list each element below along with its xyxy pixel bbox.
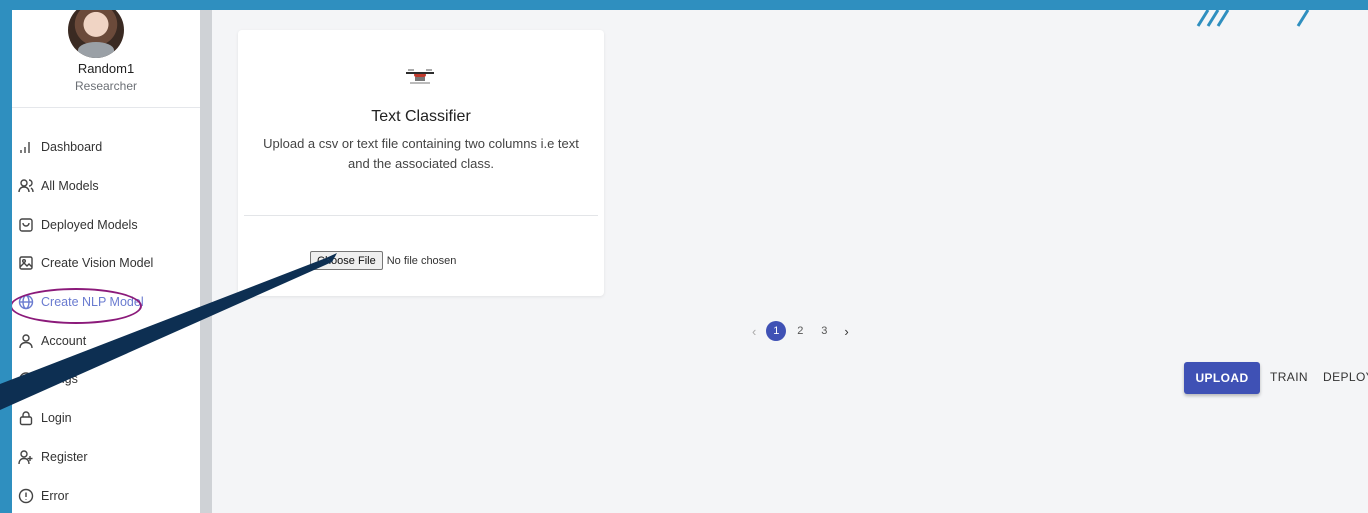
card-description: Upload a csv or text file containing two… (263, 136, 579, 171)
sidebar-item-label: All Models (41, 179, 99, 194)
choose-file-button[interactable]: Choose File (310, 251, 383, 270)
alert-circle-icon (18, 488, 34, 504)
user-icon (18, 333, 34, 349)
user-plus-icon (18, 449, 34, 465)
sidebar-item-create-nlp-model[interactable]: Create NLP Model (12, 283, 200, 322)
profile-section: Random1 Researcher (12, 10, 200, 108)
decorative-stripes (1168, 10, 1368, 32)
sidebar-item-label: ettings (41, 372, 78, 387)
sidebar-item-deployed-models[interactable]: Deployed Models (12, 205, 200, 244)
page-button-2[interactable]: 2 (790, 321, 810, 341)
lock-icon (18, 410, 34, 426)
sidebar-item-label: Error (41, 488, 69, 503)
sidebar-item-label: Create NLP Model (41, 295, 144, 310)
sidebar-nav: Dashboard All Models Deployed Models Cre… (12, 128, 200, 513)
page-button-1[interactable]: 1 (766, 321, 787, 341)
avatar[interactable] (68, 10, 124, 58)
app-frame: Random1 Researcher Dashboard All Models … (12, 10, 1368, 513)
upload-step-button[interactable]: UPLOAD (1184, 362, 1260, 394)
sidebar-item-all-models[interactable]: All Models (12, 167, 200, 206)
sidebar-divider[interactable] (200, 10, 212, 513)
sidebar-item-label: Create Vision Model (41, 256, 154, 271)
shopping-bag-icon (18, 217, 34, 233)
profile-role: Researcher (74, 79, 138, 93)
sidebar-item-account[interactable]: Account (12, 321, 200, 360)
chevron-left-icon[interactable]: ‹ (752, 324, 756, 339)
page-button-3[interactable]: 3 (814, 321, 834, 341)
sidebar: Random1 Researcher Dashboard All Models … (12, 10, 200, 513)
profile-name: Random1 (77, 61, 135, 76)
sidebar-item-error[interactable]: Error (12, 476, 200, 513)
sidebar-item-dashboard[interactable]: Dashboard (12, 128, 200, 167)
card-title: Text Classifier (371, 108, 471, 125)
train-step-button[interactable]: TRAIN (1270, 370, 1308, 384)
text-classifier-card: Text Classifier Upload a csv or text fil… (238, 30, 604, 296)
sidebar-item-label: Deployed Models (41, 217, 138, 232)
sidebar-item-create-vision-model[interactable]: Create Vision Model (12, 244, 200, 283)
sidebar-item-login[interactable]: Login (12, 399, 200, 438)
file-input: Choose File No file chosen (310, 251, 456, 270)
sidebar-item-settings[interactable]: ettings (12, 360, 200, 399)
file-status: No file chosen (386, 254, 457, 267)
sidebar-item-register[interactable]: Register (12, 438, 200, 477)
deploy-step-button[interactable]: DEPLOY (1323, 370, 1368, 384)
chevron-right-icon[interactable]: › (844, 324, 848, 339)
bar-chart-icon (18, 139, 34, 155)
globe-icon (18, 294, 34, 310)
card-divider (244, 215, 598, 216)
sidebar-item-label: Register (41, 449, 88, 464)
sidebar-item-label: Account (41, 333, 87, 348)
sidebar-item-label: Dashboard (41, 140, 103, 155)
image-icon (18, 255, 34, 271)
sidebar-item-label: Login (41, 411, 72, 426)
settings-icon (18, 371, 34, 387)
pagination: ‹ 1 2 3 › (752, 321, 849, 341)
drone-image (400, 64, 440, 86)
users-icon (18, 178, 34, 194)
